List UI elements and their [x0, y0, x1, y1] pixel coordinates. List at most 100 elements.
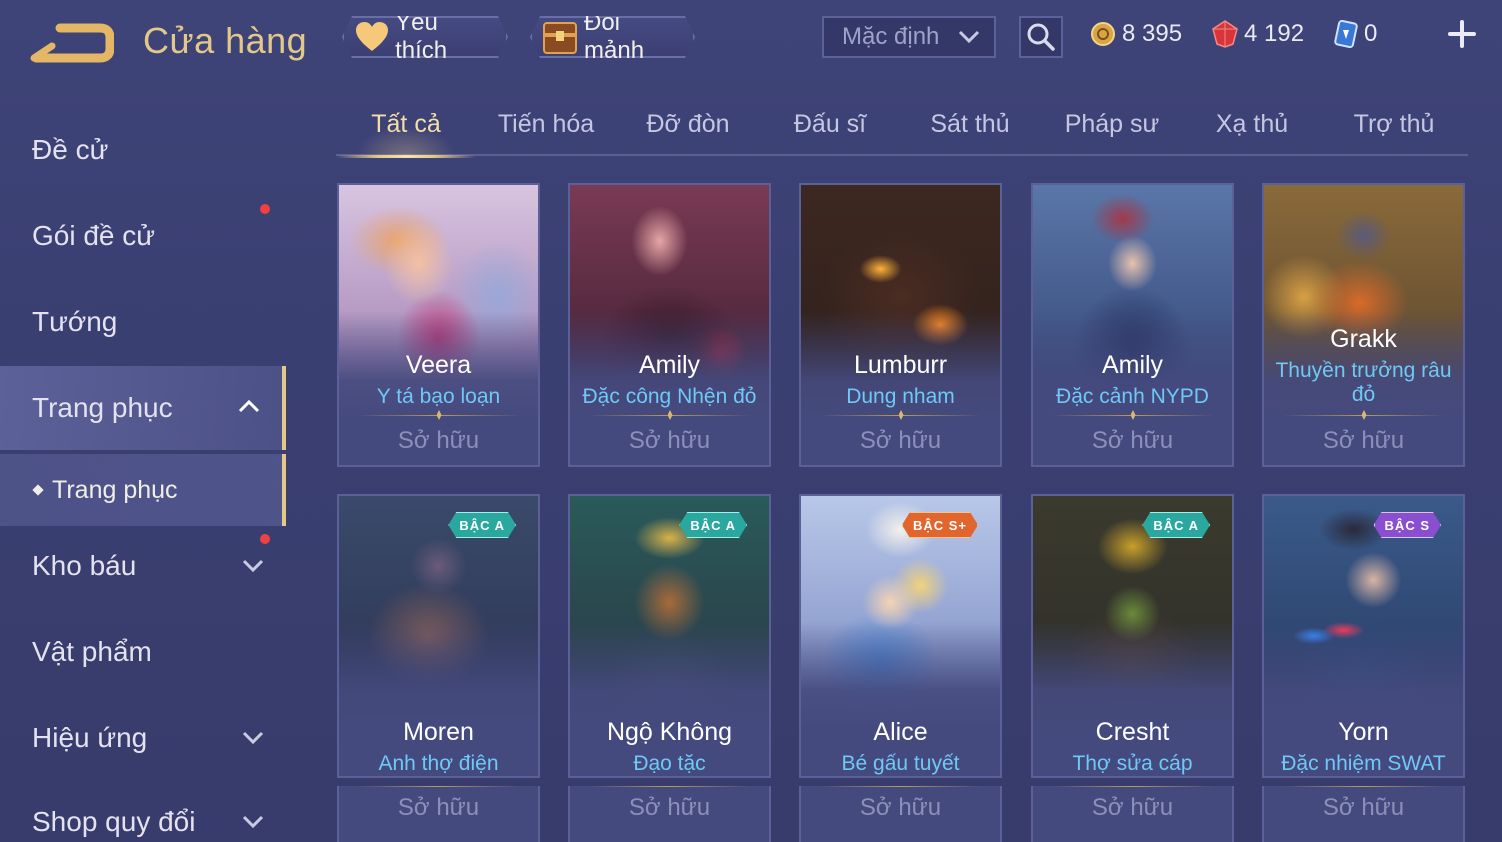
skin-card[interactable]: BẬC S Yorn Đặc nhiệm SWAT	[1262, 494, 1465, 778]
skin-name: Y tá bạo loạn	[376, 385, 501, 408]
tab-tank[interactable]: Đỡ đòn	[618, 110, 758, 154]
heart-icon	[354, 19, 389, 55]
tier-badge: BẬC A	[448, 512, 516, 538]
search-icon	[1027, 23, 1055, 51]
tab-evolution[interactable]: Tiến hóa	[476, 110, 616, 154]
owned-label: Sở hữu	[1322, 794, 1405, 821]
favorites-button[interactable]: Yêu thích	[342, 16, 508, 58]
gold-amount: 8 395	[1122, 20, 1183, 47]
role-tabs: Tất cả Tiến hóa Đỡ đòn Đấu sĩ Sát thủ Ph…	[336, 98, 1468, 158]
divider	[1051, 786, 1214, 787]
sidebar-item-label: Tướng	[32, 306, 118, 337]
divider	[819, 786, 982, 787]
sidebar-item-skins[interactable]: Trang phục	[0, 366, 286, 450]
notification-dot	[260, 204, 270, 214]
owned-label: Sở hữu	[859, 427, 942, 454]
gold-balance: 8 395	[1090, 18, 1182, 50]
tier-badge: BẬC A	[1142, 512, 1210, 538]
owned-label: Sở hữu	[1322, 427, 1405, 454]
divider	[588, 415, 751, 416]
tab-fighter[interactable]: Đấu sĩ	[760, 110, 900, 154]
sidebar-item-heroes[interactable]: Tướng	[0, 280, 286, 364]
skin-name: Anh thợ điện	[378, 752, 499, 775]
chevron-down-icon	[958, 30, 980, 44]
gem-balance: 4 192	[1212, 18, 1304, 50]
top-bar: Cửa hàng Yêu thích Đổi mảnh Mặc định 8 3…	[0, 0, 1502, 80]
tier-badge: BẬC S+	[902, 512, 978, 538]
sidebar-item-label: Trang phục	[32, 392, 173, 423]
gold-coin-icon	[1091, 22, 1115, 46]
skin-name: Bé gấu tuyết	[841, 752, 960, 775]
owned-label: Sở hữu	[1091, 794, 1174, 821]
tab-all[interactable]: Tất cả	[336, 110, 476, 158]
search-button[interactable]	[1019, 16, 1063, 58]
sort-selected-value: Mặc định	[842, 23, 940, 50]
chest-icon	[542, 19, 578, 55]
divider	[357, 415, 520, 416]
sidebar-item-label: Vật phẩm	[32, 636, 152, 667]
sidebar-subitem-skins[interactable]: Trang phục	[0, 454, 286, 526]
plus-icon[interactable]	[1446, 18, 1478, 50]
skin-card[interactable]: BẬC S+ Alice Bé gấu tuyết	[799, 494, 1002, 778]
skin-grid: Veera Y tá bạo loạn Sở hữu Amily Đặc côn…	[337, 183, 1467, 842]
exchange-label: Đổi mảnh	[584, 9, 645, 64]
chevron-up-icon	[238, 399, 260, 413]
tier-badge: BẬC A	[679, 512, 747, 538]
hero-name: Amily	[1101, 351, 1164, 379]
sidebar-item-exchange-shop[interactable]: Shop quy đổi	[0, 780, 286, 842]
back-arrow-icon[interactable]	[30, 20, 114, 66]
skin-name: Đặc công Nhện đỏ	[582, 385, 757, 408]
sidebar-item-label: Đề cử	[32, 134, 109, 165]
tab-marksman[interactable]: Xạ thủ	[1182, 110, 1322, 154]
sidebar-item-treasure[interactable]: Kho báu	[0, 524, 286, 608]
favorites-label: Yêu thích	[395, 9, 448, 64]
voucher-amount: 0	[1364, 20, 1378, 47]
skin-name: Đặc cảnh NYPD	[1056, 385, 1209, 408]
skin-card[interactable]: Lumburr Dung nham Sở hữu	[799, 183, 1002, 467]
tier-badge: BẬC S	[1374, 512, 1441, 538]
notification-dot	[260, 534, 270, 544]
skin-name: Đặc nhiệm SWAT	[1281, 752, 1446, 775]
sidebar-subitem-label: Trang phục	[52, 475, 178, 504]
skin-card[interactable]: BẬC A Ngộ Không Đạo tặc	[568, 494, 771, 778]
divider	[357, 786, 520, 787]
hero-name: Veera	[405, 351, 472, 379]
sidebar-item-effects[interactable]: Hiệu ứng	[0, 696, 286, 780]
skin-card[interactable]: BẬC A Cresht Thợ sửa cáp	[1031, 494, 1234, 778]
sidebar-item-label: Shop quy đổi	[32, 806, 196, 837]
sidebar-item-featured-bundles[interactable]: Gói đề cử	[0, 194, 286, 278]
owned-label: Sở hữu	[397, 794, 480, 821]
exchange-shards-button[interactable]: Đổi mảnh	[530, 16, 695, 58]
divider	[1282, 786, 1445, 787]
chevron-down-icon	[242, 559, 264, 573]
hero-name: Amily	[638, 351, 701, 379]
sidebar-item-label: Kho báu	[32, 550, 137, 581]
voucher-balance: 0	[1334, 18, 1377, 50]
owned-label: Sở hữu	[859, 794, 942, 821]
tab-assassin[interactable]: Sát thủ	[900, 110, 1040, 154]
tab-mage[interactable]: Pháp sư	[1042, 110, 1182, 154]
hero-name: Moren	[403, 718, 474, 746]
voucher-card-icon	[1334, 20, 1358, 48]
skin-card[interactable]: Amily Đặc cảnh NYPD Sở hữu	[1031, 183, 1234, 467]
skin-card[interactable]: Veera Y tá bạo loạn Sở hữu	[337, 183, 540, 467]
sidebar: Đề cử Gói đề cử Tướng Trang phục Trang p…	[0, 108, 286, 842]
sidebar-item-label: Hiệu ứng	[32, 722, 148, 753]
sort-dropdown[interactable]: Mặc định	[822, 16, 996, 58]
sidebar-item-items[interactable]: Vật phẩm	[0, 610, 286, 694]
tab-support[interactable]: Trợ thủ	[1324, 110, 1464, 154]
skin-name: Dung nham	[846, 385, 955, 408]
hero-name: Lumburr	[853, 351, 948, 379]
gem-amount: 4 192	[1244, 20, 1305, 47]
owned-label: Sở hữu	[397, 427, 480, 454]
sidebar-item-label: Gói đề cử	[32, 220, 156, 251]
hero-name: Alice	[873, 718, 928, 746]
hero-name: Ngộ Không	[606, 718, 733, 746]
skin-card[interactable]: Amily Đặc công Nhện đỏ Sở hữu	[568, 183, 771, 467]
skin-card[interactable]: BẬC A Moren Anh thợ điện	[337, 494, 540, 778]
skin-name: Thuyền trưởng râu đỏ	[1275, 359, 1452, 406]
ruby-gem-icon	[1212, 20, 1238, 48]
sidebar-item-featured[interactable]: Đề cử	[0, 108, 286, 192]
skin-card[interactable]: Grakk Thuyền trưởng râu đỏ Sở hữu	[1262, 183, 1465, 467]
hero-name: Yorn	[1338, 718, 1389, 746]
